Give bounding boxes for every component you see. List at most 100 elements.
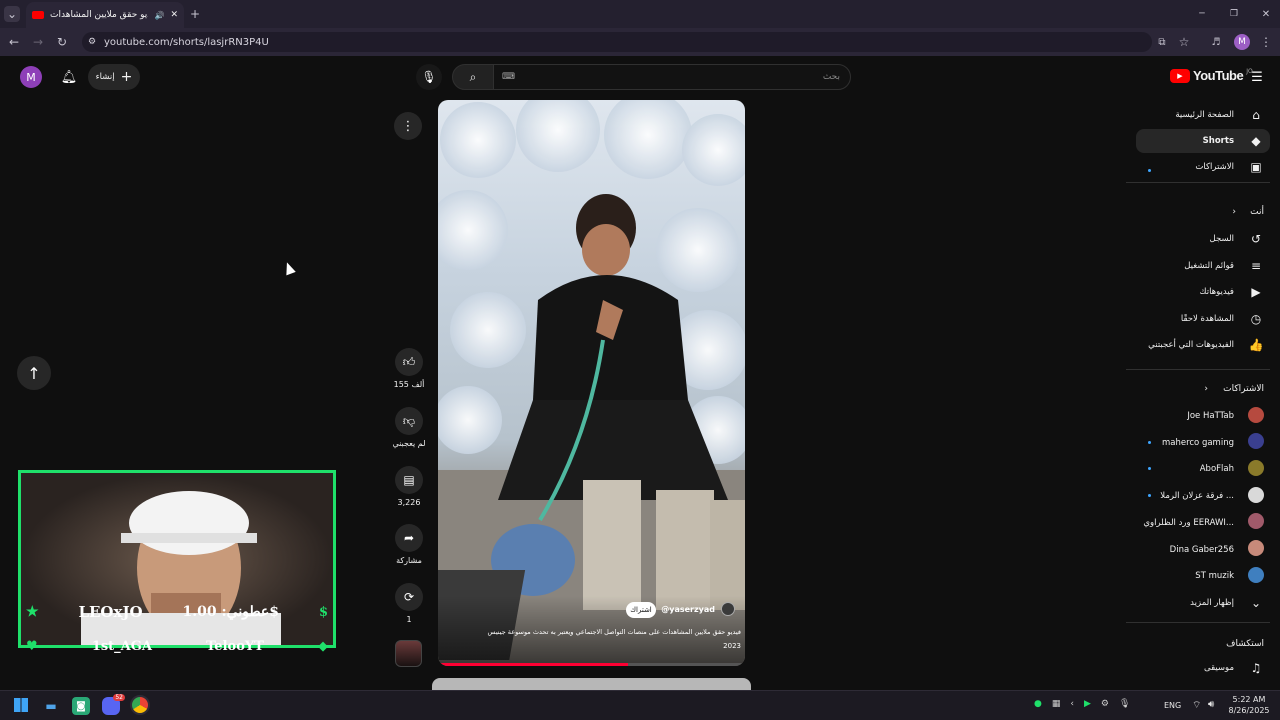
audio-icon[interactable]: 🔊 [154,11,164,20]
tray-steam-icon[interactable]: ⚙ [1101,699,1109,709]
sidebar-item-music[interactable]: موسيقى ♫ [1124,656,1264,680]
volume-icon[interactable]: 🔊︎ [1208,699,1214,710]
sidebar-item-sub-3[interactable]: فرقة عزلان الرملا ... [1124,484,1264,508]
search-icon: ⌕ [469,69,477,84]
tray-app-icon[interactable]: ▦ [1052,699,1061,709]
clock[interactable]: 5:22 AM 8/26/2025 [1224,694,1274,716]
network-icon[interactable]: ⌔ [1192,699,1201,712]
chrome-icon[interactable] [130,695,150,715]
sidebar-item-label: فرقة عزلان الرملا ... [1160,491,1234,502]
profile-avatar[interactable]: M [1234,34,1250,50]
sidebar-item-subscriptions[interactable]: الاشتراكات ▣ [1124,155,1264,179]
maximize-button[interactable]: ❐ [1226,6,1242,22]
url-text: youtube.com/shorts/lasjrRN3P4U [104,36,269,48]
cast-icon[interactable]: ⧉ [1154,34,1170,50]
share-label: مشاركة [396,556,422,565]
like-icon[interactable]: 👍︎ [395,348,423,376]
remix-action[interactable]: ⟳ 1 [394,583,424,624]
tray-status-icon[interactable]: ● [1034,699,1042,709]
previous-short-button[interactable]: ↑ [17,356,51,390]
account-avatar[interactable]: M [20,66,42,88]
search-button[interactable]: ⌕ [452,64,494,90]
comments-action[interactable]: ▤ 3,226 [394,466,424,507]
channel-avatar-icon [1248,406,1264,426]
cam-row-2: ♥ 1st_AGA TelooYT ◆ [18,632,336,660]
remix-icon[interactable]: ⟳ [395,583,423,611]
clock-time: 5:22 AM [1232,695,1266,704]
notifications-bell-icon[interactable]: 🔔︎ [60,68,78,86]
sidebar-you-header[interactable]: أنت › [1124,200,1264,224]
star-icon: ★ [26,604,39,620]
dislike-action[interactable]: 👎︎ لم يعجبني [392,407,426,448]
discord-badge: 52 [113,694,125,701]
show-more-button[interactable]: إظهار المزيد ⌄ [1124,591,1264,615]
sidebar-item-history[interactable]: السجل ↺ [1124,227,1264,251]
bookmark-star-icon[interactable]: ☆ [1176,34,1192,50]
hamburger-menu-icon[interactable]: ☰ [1248,68,1266,86]
sidebar-item-sub-6[interactable]: ST muzik [1124,564,1264,588]
chevron-icon: › [1232,207,1236,217]
browser-tab[interactable]: فيديو حقق ملايين المشاهدات 🔊 ✕ [26,2,184,28]
tray-arrow-icon[interactable]: ‹ [1070,699,1074,709]
sidebar-item-home[interactable]: الصفحة الرئيسية ⌂ [1124,103,1264,127]
app-icon[interactable]: ◙ [72,697,90,715]
comment-icon[interactable]: ▤ [395,466,423,494]
language-indicator[interactable]: ENG [1164,701,1181,710]
short-video-player[interactable]: @yaserzyad اشتراك فيديو حقق ملايين المشا… [438,100,745,666]
home-icon: ⌂ [1252,108,1260,122]
file-explorer-icon[interactable]: ▬ [42,697,60,715]
channel-avatar [1248,513,1264,530]
close-window-button[interactable]: ✕ [1258,6,1274,22]
sidebar-item-your-videos[interactable]: فيديوهاتك ▶ [1124,280,1264,304]
like-action[interactable]: 👍︎ 155 ألف [394,348,424,389]
sidebar-item-sub-5[interactable]: Dina Gaber256 [1124,538,1264,562]
sidebar-item-sub-4[interactable]: ورد الظلراوي EERAWI... [1124,511,1264,535]
sidebar-item-label: Shorts [1202,136,1234,146]
channel-avatar-icon [1248,459,1264,479]
sidebar-item-sub-0[interactable]: Joe HaTTab [1124,404,1264,428]
browser-menu-icon[interactable]: ⋮ [1258,34,1274,50]
sidebar-subs-header[interactable]: الاشتراكات › [1124,377,1264,401]
clock-date: 8/26/2025 [1228,706,1270,715]
keyboard-icon[interactable]: ⌨ [502,72,515,82]
plus-icon: + [120,69,133,85]
share-action[interactable]: ➦ مشاركة [394,524,424,565]
reload-icon[interactable]: ↻ [54,34,70,50]
playlists-icon: ≡ [1250,258,1262,273]
minimize-button[interactable]: ─ [1194,6,1210,22]
sound-thumbnail[interactable] [395,640,422,667]
youtube-logo[interactable]: ▶ YouTube JO [1170,68,1253,83]
start-menu-icon[interactable] [14,698,28,712]
tab-search-icon[interactable]: ⌄ [4,6,20,22]
channel-avatar[interactable] [721,602,735,616]
sidebar-item-playlists[interactable]: قوائم التشغيل ≡ [1124,254,1264,278]
url-field[interactable]: ⚙ youtube.com/shorts/lasjrRN3P4U [82,32,1152,52]
create-button[interactable]: إنشاء + [88,64,140,90]
tray-mic-icon[interactable]: 🎙︎ [1119,699,1130,709]
dislike-icon[interactable]: 👎︎ [395,407,423,435]
channel-name[interactable]: @yaserzyad [661,605,715,614]
media-control-icon[interactable]: ♬ [1208,34,1224,50]
sidebar-item-sub-1[interactable]: maherco gaming [1124,431,1264,455]
sidebar-item-label: الفيديوهات التي أعجبتني [1148,340,1234,350]
sidebar-item-liked[interactable]: الفيديوهات التي أعجبتني 👍 [1124,333,1264,357]
tray-play-icon[interactable]: ▶ [1084,699,1091,709]
new-tab-button[interactable]: + [188,6,202,22]
voice-search-icon[interactable]: 🎙︎ [416,64,442,90]
sidebar-item-watch-later[interactable]: المشاهدة لاحقًا ◷ [1124,307,1264,331]
search-input[interactable]: ⌨ بحث [493,64,851,90]
back-icon[interactable]: ← [6,34,22,50]
progress-bar[interactable] [438,663,745,666]
share-icon[interactable]: ➦ [395,524,423,552]
more-options-icon[interactable]: ⋮ [394,112,422,140]
tab-close-icon[interactable]: ✕ [170,10,178,20]
subscribe-button[interactable]: اشتراك [626,602,656,618]
discord-icon[interactable]: 52 [102,694,125,715]
sidebar-item-sub-2[interactable]: AboFlah [1124,457,1264,481]
youtube-play-logo-icon: ▶ [1170,68,1190,83]
sidebar-item-shorts[interactable]: Shorts ◆ [1136,129,1270,153]
sidebar-item-label: maherco gaming [1161,437,1234,448]
channel-avatar-icon [1248,540,1264,559]
explore-header-label: استكشاف [1226,639,1264,649]
site-info-icon[interactable]: ⚙ [88,37,96,47]
